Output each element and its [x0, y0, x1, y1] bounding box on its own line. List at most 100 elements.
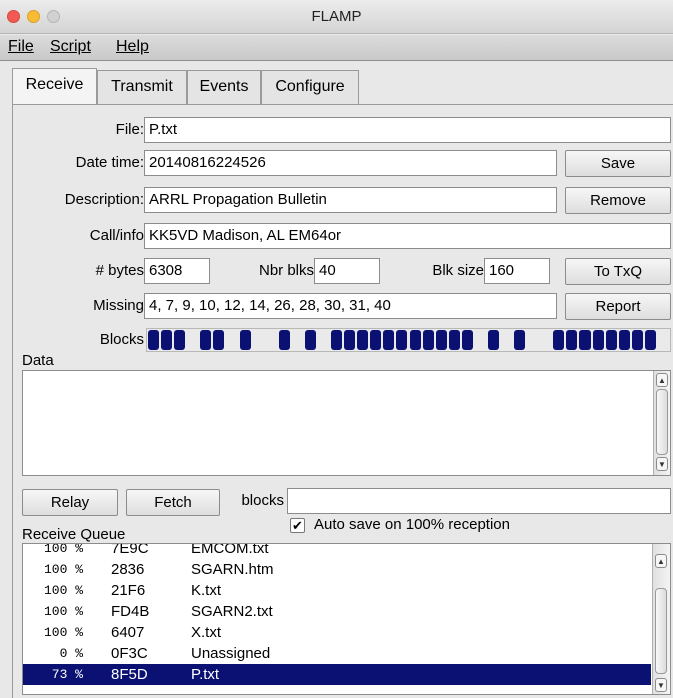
queue-row-percent: 100 % [43, 625, 83, 640]
blksize-field[interactable]: 160 [484, 258, 550, 284]
queue-row[interactable]: 100 % 7E9C EMCOM.txt [23, 544, 651, 559]
tab-transmit[interactable]: Transmit [97, 70, 187, 104]
queue-row-percent: 100 % [43, 604, 83, 619]
menu-file[interactable]: File [8, 38, 34, 56]
block-received [396, 330, 408, 350]
queue-row-filename: SGARN2.txt [191, 603, 273, 620]
block-received [174, 330, 186, 350]
block-received [644, 330, 656, 350]
relay-blocks-field[interactable] [287, 488, 671, 514]
tab-receive[interactable]: Receive [12, 68, 97, 104]
block-received [331, 330, 343, 350]
block-received [422, 330, 434, 350]
autosave-label: Auto save on 100% reception [314, 516, 510, 533]
block-received [200, 330, 212, 350]
save-button[interactable]: Save [565, 150, 671, 177]
datetime-field[interactable]: 20140816224526 [144, 150, 557, 176]
block-received [344, 330, 356, 350]
tab-configure[interactable]: Configure [261, 70, 359, 104]
queue-row[interactable]: 100 % 2836 SGARN.htm [23, 559, 651, 580]
queue-row-percent: 100 % [43, 562, 83, 577]
block-received [579, 330, 591, 350]
queue-row-filename: SGARN.htm [191, 561, 274, 578]
menu-bar: File Script Help [0, 35, 673, 61]
queue-row[interactable]: 100 % 6407 X.txt [23, 622, 651, 643]
block-received [487, 330, 499, 350]
blocks-progress-bar [146, 328, 671, 352]
nbrblks-field[interactable]: 40 [314, 258, 380, 284]
queue-row-hash: 0F3C [111, 645, 148, 662]
missing-label: Missing [93, 297, 144, 314]
to-txq-button[interactable]: To TxQ [565, 258, 671, 285]
block-received [631, 330, 643, 350]
queue-row-percent: 73 % [51, 667, 83, 682]
data-scrollbar[interactable]: ▲ ▼ [653, 371, 670, 475]
title-bar: FLAMP [0, 0, 673, 34]
queue-row[interactable]: 73 % 8F5D P.txt [23, 664, 651, 685]
relay-button[interactable]: Relay [22, 489, 118, 516]
missing-field[interactable]: 4, 7, 9, 10, 12, 14, 26, 28, 30, 31, 40 [144, 293, 557, 319]
block-received [592, 330, 604, 350]
block-received [383, 330, 395, 350]
receive-queue-list[interactable]: 100 % 7E9C EMCOM.txt 100 % 2836 SGARN.htm 100 … [22, 543, 671, 695]
queue-row-hash: 8F5D [111, 666, 148, 683]
bytes-field[interactable]: 6308 [144, 258, 210, 284]
queue-scroll-thumb[interactable] [655, 588, 667, 674]
queue-row[interactable]: 100 % 21F6 K.txt [23, 580, 651, 601]
data-label: Data [22, 352, 54, 369]
description-label: Description: [64, 191, 144, 208]
callinfo-label: Call/info [89, 227, 144, 244]
queue-row-filename: K.txt [191, 582, 222, 599]
queue-scrollbar[interactable]: ▲ ▼ [652, 544, 670, 694]
remove-button[interactable]: Remove [565, 187, 671, 214]
file-field[interactable]: P.txt [144, 117, 671, 143]
arrow-up-icon[interactable]: ▲ [655, 554, 667, 568]
queue-row-hash: 21F6 [111, 582, 146, 599]
block-received [370, 330, 382, 350]
arrow-down-icon[interactable]: ▼ [655, 678, 667, 692]
menu-script[interactable]: Script [50, 38, 91, 56]
block-received [148, 330, 160, 350]
block-received [553, 330, 565, 350]
queue-row-hash: FD4B [111, 603, 150, 620]
queue-row-filename: X.txt [191, 624, 222, 641]
bytes-label: # bytes [95, 262, 144, 279]
queue-row-filename: P.txt [191, 666, 220, 683]
block-received [213, 330, 225, 350]
arrow-down-icon[interactable]: ▼ [656, 457, 668, 471]
queue-row[interactable]: 100 % FD4B SGARN2.txt [23, 601, 651, 622]
block-received [514, 330, 526, 350]
relay-blocks-label: blocks [241, 492, 284, 509]
block-received [461, 330, 473, 350]
block-received [435, 330, 447, 350]
nbrblks-label: Nbr blks [258, 262, 314, 279]
queue-row-percent: 100 % [43, 583, 83, 598]
block-received [161, 330, 173, 350]
callinfo-field[interactable]: KK5VD Madison, AL EM64or [144, 223, 671, 249]
arrow-up-icon[interactable]: ▲ [656, 373, 668, 387]
queue-row-filename: Unassigned [191, 645, 271, 662]
file-label: File: [115, 121, 144, 138]
queue-row[interactable]: 0 % 0F3C Unassigned [23, 643, 651, 664]
block-received [278, 330, 290, 350]
queue-row-filename: EMCOM.txt [191, 544, 269, 557]
fetch-button[interactable]: Fetch [126, 489, 220, 516]
description-field[interactable]: ARRL Propagation Bulletin [144, 187, 557, 213]
report-button[interactable]: Report [565, 293, 671, 320]
queue-row-hash: 2836 [111, 561, 145, 578]
blksize-label: Blk size [432, 262, 484, 279]
datetime-label: Date time: [75, 154, 144, 171]
block-received [605, 330, 617, 350]
block-received [566, 330, 578, 350]
window-title: FLAMP [311, 8, 362, 25]
block-received [239, 330, 251, 350]
autosave-checkbox[interactable]: ✔ [290, 518, 305, 533]
data-textarea[interactable]: ▲ ▼ [22, 370, 671, 476]
queue-row-percent: 0 % [59, 646, 83, 661]
receive-queue-label: Receive Queue [22, 526, 126, 543]
queue-row-percent: 100 % [43, 544, 83, 556]
block-received [618, 330, 630, 350]
menu-help[interactable]: Help [116, 38, 149, 56]
data-scroll-thumb[interactable] [656, 389, 668, 455]
tab-events[interactable]: Events [187, 70, 261, 104]
